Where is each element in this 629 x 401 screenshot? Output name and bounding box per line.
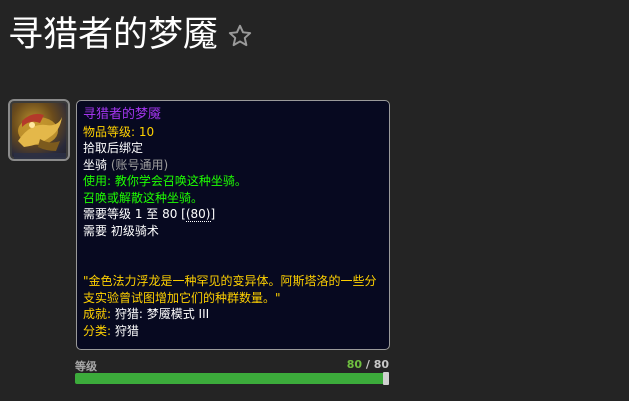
level-max: 80 — [373, 358, 389, 371]
req-level-suffix: ] — [210, 207, 216, 221]
item-level-label: 物品等级: — [83, 124, 136, 139]
golden-dragon-mount-icon[interactable] — [8, 99, 70, 161]
category-value: 狩猎 — [114, 323, 139, 338]
level-slider-handle[interactable] — [383, 372, 389, 385]
level-separator: / — [362, 358, 374, 371]
item-level-value: 10 — [138, 124, 155, 139]
item-use-label: 使用: — [83, 174, 112, 188]
item-use-text: 教你学会召唤这种坐骑。 — [114, 174, 247, 188]
item-achievement: 成就: 狩猎: 梦魇模式 III — [83, 306, 383, 323]
item-summon: 召唤或解散这种坐骑。 — [83, 190, 204, 205]
level-value: 80 / 80 — [330, 358, 389, 371]
page-header: 寻猎者的梦魇 — [8, 18, 254, 53]
req-level-link[interactable]: (80) — [185, 207, 211, 222]
item-category: 分类: 狩猎 — [83, 323, 383, 340]
item-type: 坐骑 (账号通用) — [83, 157, 383, 174]
item-required-skill: 需要 初级骑术 — [83, 223, 159, 238]
level-label: 等级 — [75, 360, 97, 373]
item-name: 寻猎者的梦魇 — [83, 107, 162, 122]
level-slider-track[interactable] — [75, 373, 389, 384]
item-type-label: 坐骑 — [83, 157, 108, 172]
item-flavor-text: "金色法力浮龙是一种罕见的变异体。阿斯塔洛的一些分支实验曾试图增加它们的种群数量… — [83, 274, 377, 305]
item-required-level: 需要等级 1 至 80 [(80)] — [83, 206, 383, 223]
item-tooltip: 寻猎者的梦魇 物品等级: 10 拾取后绑定 坐骑 (账号通用) 使用: 教你学会… — [76, 100, 390, 350]
item-type-note: (账号通用) — [110, 157, 169, 172]
achievement-value: 狩猎: 梦魇模式 III — [114, 307, 210, 321]
item-level: 物品等级: 10 — [83, 124, 383, 141]
achievement-label: 成就: — [83, 307, 112, 321]
level-current: 80 — [346, 358, 362, 371]
category-label: 分类: — [83, 323, 112, 338]
page-title: 寻猎者的梦魇 — [8, 15, 219, 55]
star-outline-icon[interactable] — [226, 22, 254, 50]
item-use: 使用: 教你学会召唤这种坐骑。 — [83, 173, 383, 190]
req-level-prefix: 需要等级 1 至 80 [ — [83, 207, 186, 221]
item-bind: 拾取后绑定 — [83, 141, 144, 155]
level-slider-fill — [75, 373, 389, 384]
